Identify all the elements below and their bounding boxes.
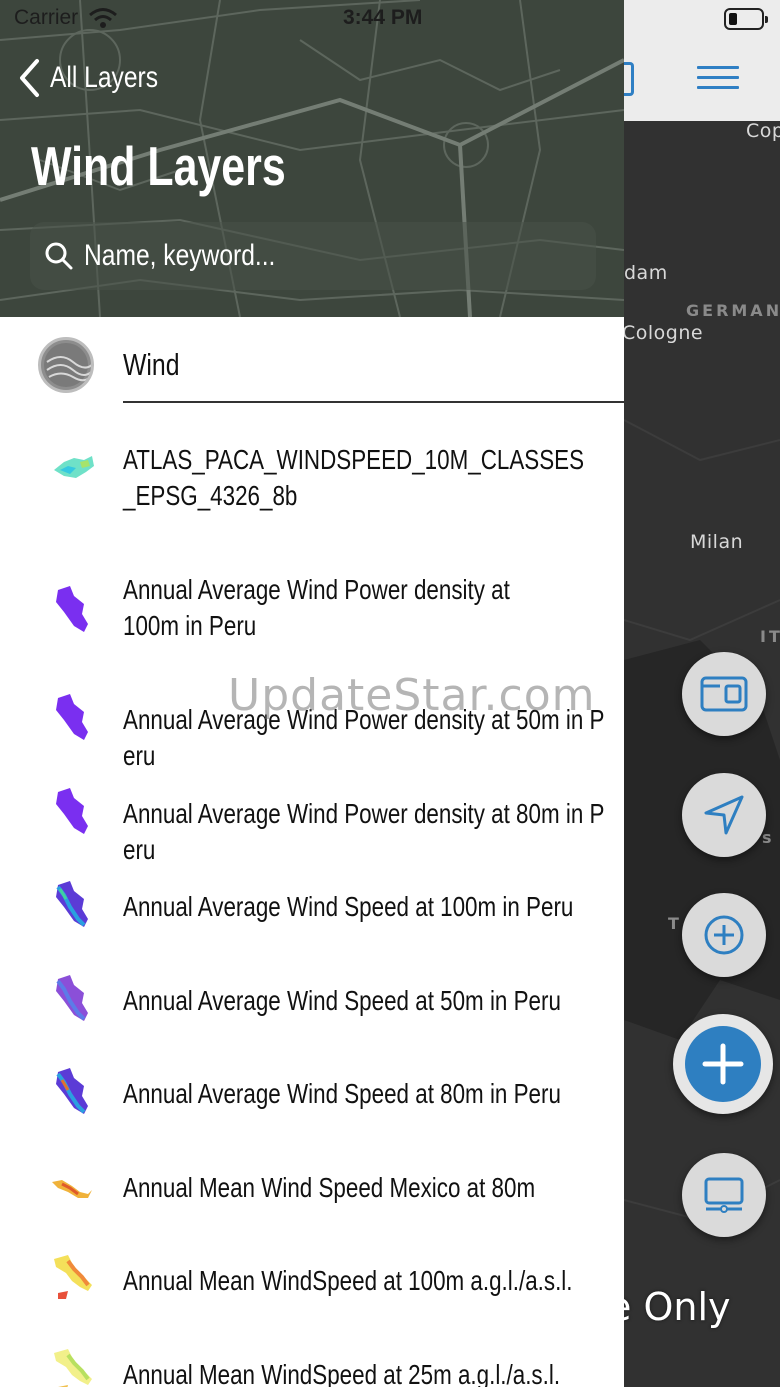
- search-icon: [45, 242, 73, 270]
- map-label-copenhagen: Cop: [746, 120, 780, 142]
- peru-multicolor-thumb-icon: [56, 1068, 88, 1114]
- screen-button[interactable]: [682, 1153, 766, 1237]
- plus-icon: [702, 1043, 744, 1085]
- peru-purple-thumb-icon: [56, 586, 88, 632]
- peru-multicolor-thumb-icon: [56, 975, 88, 1021]
- locate-button[interactable]: [682, 773, 766, 857]
- layer-label: Annual Mean Wind Speed Mexico at 80m: [123, 1172, 536, 1203]
- map-label-cologne: Cologne: [622, 322, 704, 344]
- search-input[interactable]: [84, 239, 478, 273]
- navigation-arrow-icon: [704, 795, 744, 835]
- status-carrier: Carrier: [14, 6, 118, 30]
- monitor-icon: [704, 1177, 744, 1213]
- page-title: Wind Layers: [31, 135, 286, 197]
- layer-label: Annual Average Wind Power density at 80m…: [123, 798, 605, 865]
- layout-icon: [700, 676, 748, 712]
- battery-icon: [724, 8, 768, 30]
- layer-label: Annual Average Wind Speed at 100m in Per…: [123, 891, 574, 922]
- plus-circle-icon: [704, 915, 744, 955]
- map-label-amsterdam: dam: [624, 262, 668, 284]
- map-label-t: T: [668, 914, 682, 933]
- peru-multicolor-thumb-icon: [56, 881, 88, 927]
- menu-icon[interactable]: [697, 66, 739, 92]
- map-label-italy: IT: [760, 627, 780, 646]
- map-label-s: s: [762, 828, 775, 847]
- category-label: Wind: [123, 347, 180, 382]
- layer-label: Annual Mean WindSpeed at 25m a.g.l./a.s.…: [123, 1359, 561, 1387]
- peru-purple-thumb-icon: [56, 694, 88, 740]
- carrier-label: Carrier: [14, 6, 79, 29]
- layer-label: Annual Average Wind Power density at 100…: [123, 574, 510, 641]
- layer-label: Annual Average Wind Speed at 80m in Peru: [123, 1078, 561, 1109]
- category-divider: [123, 401, 624, 403]
- drawer-header: Carrier 3:44 PM All Layers Wind Layers: [0, 0, 624, 317]
- back-label: All Layers: [50, 61, 159, 94]
- italy-thumb-icon: [54, 1349, 92, 1387]
- layer-label: ATLAS_PACA_WINDSPEED_10M_CLASSES_EPSG_43…: [123, 444, 585, 511]
- zoom-in-button[interactable]: [682, 893, 766, 977]
- paca-map-thumb-icon: [54, 456, 94, 478]
- watermark-text: UpdateStar.com: [228, 670, 596, 721]
- add-button[interactable]: [673, 1014, 773, 1114]
- map-label-germany: GERMAN: [686, 301, 780, 320]
- mexico-thumb-icon: [52, 1180, 92, 1198]
- peru-purple-thumb-icon: [56, 788, 88, 834]
- back-button[interactable]: All Layers: [18, 58, 182, 98]
- layers-drawer: Carrier 3:44 PM All Layers Wind Layers W…: [0, 0, 624, 1387]
- wind-category-icon: [38, 337, 94, 393]
- wifi-icon: [89, 8, 118, 28]
- map-label-milan: Milan: [690, 531, 744, 553]
- category-row-wind[interactable]: Wind: [0, 317, 624, 405]
- search-bar[interactable]: [30, 222, 596, 290]
- layer-label: Annual Mean WindSpeed at 100m a.g.l./a.s…: [123, 1265, 573, 1296]
- layout-toggle-button[interactable]: [682, 652, 766, 736]
- status-time: 3:44 PM: [343, 6, 423, 29]
- chevron-left-icon: [20, 59, 39, 97]
- add-button-circle: [685, 1026, 761, 1102]
- map-watermark-text: e Only: [608, 1285, 731, 1329]
- italy-thumb-icon: [54, 1255, 92, 1299]
- layer-label: Annual Average Wind Speed at 50m in Peru: [123, 985, 561, 1016]
